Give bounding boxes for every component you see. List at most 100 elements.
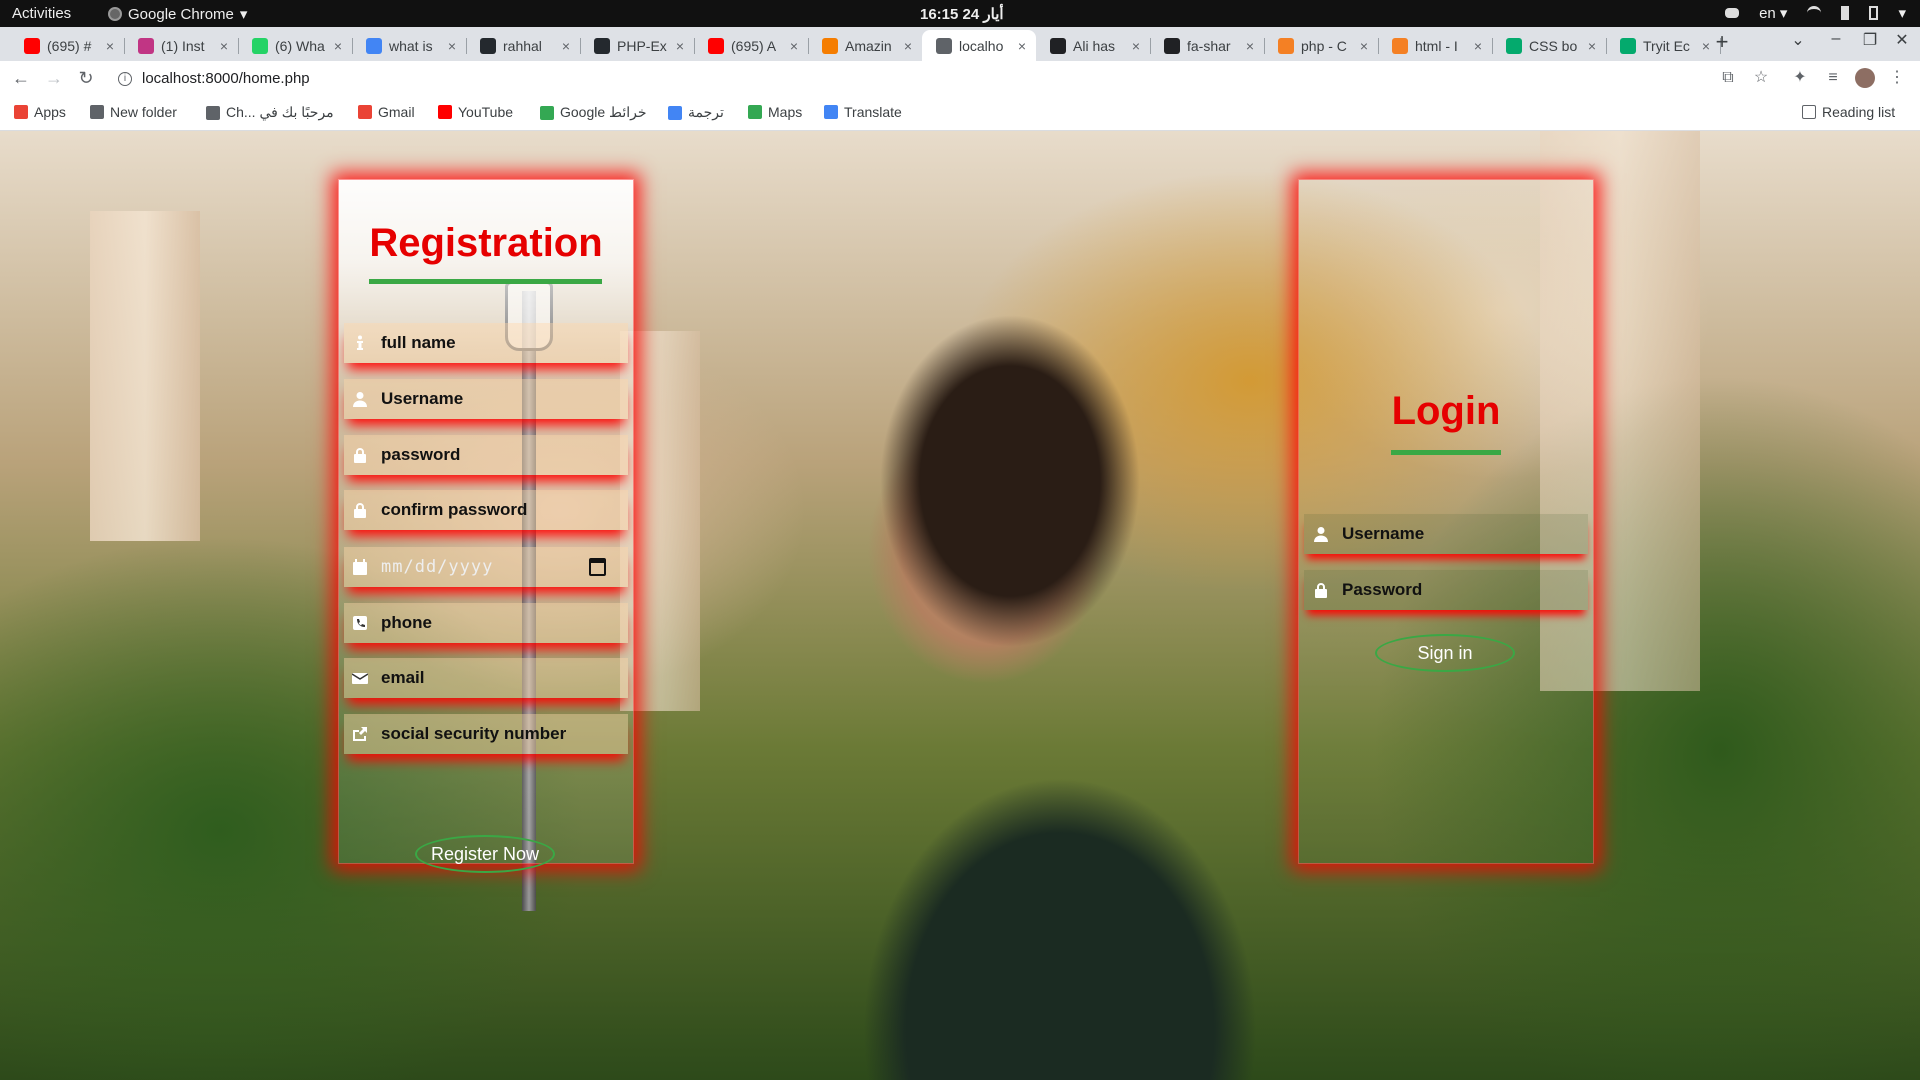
reload-icon[interactable]: ↻ [75,67,97,89]
close-tab-icon[interactable]: × [1242,38,1258,54]
tab-11[interactable]: php - C × [1264,30,1378,61]
registration-field-4[interactable]: mm/dd/yyyy [344,547,628,587]
maps-pin-icon [748,105,762,119]
close-tab-icon[interactable]: × [1356,38,1372,54]
tab-strip: (695) # × (1) Inst × (6) Wha × what is × rahhal ×… [0,27,1920,61]
folder-icon [90,105,104,119]
close-tab-icon[interactable]: × [102,38,118,54]
field-placeholder: Username [381,389,464,408]
bookmark-4[interactable]: YouTube [438,104,513,120]
tab-3[interactable]: what is × [352,30,466,61]
tab-label: PHP-Ex [617,37,667,54]
url-text[interactable]: localhost:8000/home.php [142,70,310,87]
registration-field-1[interactable]: Username [344,379,628,419]
title-underline [1391,450,1501,455]
bookmark-label: ترجمة [688,104,724,120]
clock[interactable]: 16:15 24 أيار [920,5,1004,23]
close-tab-icon[interactable]: × [216,38,232,54]
github-icon [594,37,610,54]
registration-field-5[interactable]: phone [344,603,628,643]
reading-list-button[interactable]: Reading list [1802,104,1895,120]
date-picker-icon[interactable] [589,558,606,576]
bookmark-5[interactable]: Google خرائط [540,104,647,121]
tab-label: html - I [1415,37,1458,54]
forward-arrow-icon[interactable]: → [43,67,65,89]
address-bar[interactable]: i localhost:8000/home.php [108,64,1778,93]
tab-12[interactable]: html - I × [1378,30,1492,61]
bookmark-star-icon[interactable]: ☆ [1751,68,1771,88]
tab-label: (695) A [731,37,777,54]
tab-13[interactable]: CSS bo × [1492,30,1606,61]
tab-4[interactable]: rahhal × [466,30,580,61]
close-tab-icon[interactable]: × [1014,38,1030,54]
close-tab-icon[interactable]: × [1128,38,1144,54]
new-tab-button[interactable]: + [1710,31,1734,53]
extensions-puzzle-icon[interactable]: ✦ [1790,68,1810,88]
tab-7[interactable]: Amazin × [808,30,922,61]
bookmark-0[interactable]: Apps [14,104,66,120]
tab-1[interactable]: (1) Inst × [124,30,238,61]
login-title: Login [1391,389,1501,433]
wifi-icon[interactable] [1807,6,1822,20]
github-icon [480,37,496,54]
registration-field-0[interactable]: full name [344,323,628,363]
bookmark-3[interactable]: Gmail [358,104,415,120]
close-tab-icon[interactable]: × [786,38,802,54]
tab-6[interactable]: (695) A × [694,30,808,61]
field-placeholder: Username [1342,524,1425,543]
media-queue-icon[interactable]: ≡ [1823,68,1843,88]
tab-14[interactable]: Tryit Ec × [1606,30,1720,61]
navigation-bar: ← → ↻ i localhost:8000/home.php ⧉ ☆ ✦ ≡ … [0,61,1920,95]
chrome-menu-icon[interactable]: ⋮ [1887,68,1907,88]
bookmark-6[interactable]: ترجمة [668,104,724,121]
profile-avatar[interactable] [1855,68,1875,88]
close-tab-icon[interactable]: × [444,38,460,54]
login-field-1[interactable]: Password [1304,570,1588,610]
tab-8[interactable]: localho × [922,30,1036,61]
tab-5[interactable]: PHP-Ex × [580,30,694,61]
tab-2[interactable]: (6) Wha × [238,30,352,61]
field-placeholder: Password [1342,580,1423,599]
close-tab-icon[interactable]: × [1470,38,1486,54]
bookmark-2[interactable]: Ch... مرحبًا بك في [206,104,334,121]
field-placeholder: password [381,445,461,464]
close-tab-icon[interactable]: × [558,38,574,54]
site-info-icon[interactable]: i [118,71,132,86]
back-arrow-icon[interactable]: ← [10,67,32,89]
calendar-icon [351,558,369,576]
bookmark-8[interactable]: Translate [824,104,902,120]
app-menu[interactable]: Google Chrome ▾ [108,5,247,23]
field-placeholder: email [381,668,425,687]
tab-9[interactable]: Ali has × [1036,30,1150,61]
registration-field-3[interactable]: confirm password [344,490,628,530]
volume-icon[interactable] [1841,6,1850,20]
minimize-icon[interactable]: – [1826,30,1846,48]
gamepad-icon[interactable] [1725,8,1740,18]
sign-in-button[interactable]: Sign in [1375,634,1515,672]
tab-search-icon[interactable]: ⌄ [1788,30,1808,50]
system-tray[interactable]: en ▾ ▾ [1725,4,1906,22]
bookmark-1[interactable]: New folder [90,104,177,120]
close-tab-icon[interactable]: × [900,38,916,54]
registration-field-2[interactable]: password [344,435,628,475]
language-indicator[interactable]: en ▾ [1759,4,1787,22]
close-tab-icon[interactable]: × [1584,38,1600,54]
restore-icon[interactable]: ❐ [1860,30,1880,50]
login-field-0[interactable]: Username [1304,514,1588,554]
bookmark-label: Translate [844,104,902,120]
field-placeholder: confirm password [381,500,528,519]
register-now-button[interactable]: Register Now [415,835,555,873]
close-tab-icon[interactable]: × [672,38,688,54]
registration-field-7[interactable]: social security number [344,714,628,754]
translate-page-icon[interactable]: ⧉ [1718,68,1738,88]
close-tab-icon[interactable]: × [330,38,346,54]
tab-0[interactable]: (695) # × [10,30,124,61]
tab-10[interactable]: fa-shar × [1150,30,1264,61]
phone-icon [351,614,369,632]
registration-field-6[interactable]: email [344,658,628,698]
bookmark-7[interactable]: Maps [748,104,802,120]
close-window-icon[interactable]: ✕ [1892,30,1912,50]
chevron-down-icon[interactable]: ▾ [1898,4,1906,22]
activities-button[interactable]: Activities [12,5,71,22]
battery-icon[interactable] [1869,6,1879,20]
